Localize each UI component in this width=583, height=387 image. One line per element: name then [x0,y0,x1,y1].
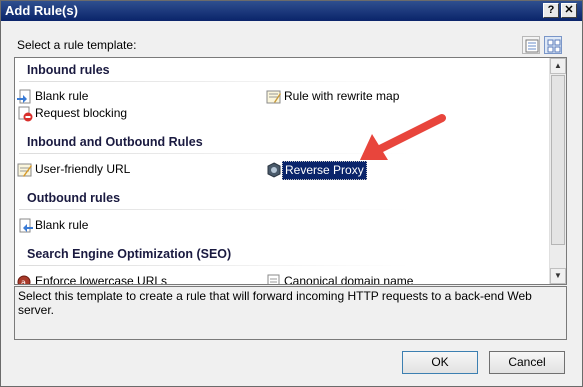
rule-template-list[interactable]: Inbound rules Blank rule Rule with rewri… [14,57,567,285]
group-divider [19,265,409,266]
blank-rule-icon [17,89,31,104]
user-friendly-url-icon [17,163,32,177]
vertical-scrollbar[interactable]: ▲ ▼ [549,58,566,284]
lowercase-url-icon: a [17,275,31,285]
group-divider [19,153,409,154]
window-title: Add Rule(s) [5,3,78,18]
help-button[interactable]: ? [543,3,559,18]
select-template-label: Select a rule template: [17,38,137,52]
scroll-down-button[interactable]: ▼ [550,268,566,284]
details-view-icon [525,39,539,53]
group-divider [19,209,409,210]
ok-button[interactable]: OK [402,351,478,374]
rule-item-label: Request blocking [35,106,128,120]
group-header-inbound-outbound: Inbound and Outbound Rules [27,135,203,149]
tiles-view-icon [547,39,561,53]
reverse-proxy-icon [267,162,281,178]
rule-item-label: User-friendly URL [35,162,131,176]
rule-item-label: Blank rule [35,218,89,232]
add-rules-dialog: Add Rule(s) ? ✕ Select a rule template: … [0,0,583,387]
cancel-button[interactable]: Cancel [489,351,565,374]
details-view-button[interactable] [522,36,540,54]
template-description: Select this template to create a rule th… [14,286,567,340]
group-header-inbound: Inbound rules [27,63,110,77]
rule-item-label: Reverse Proxy [282,161,367,180]
blank-rule-icon [19,218,33,233]
group-divider [19,81,409,82]
tiles-view-button[interactable] [544,36,562,54]
request-blocking-icon [18,106,33,122]
svg-text:a: a [21,278,26,285]
rewrite-map-icon [266,90,281,104]
scroll-up-button[interactable]: ▲ [550,58,566,74]
scroll-thumb[interactable] [551,75,565,245]
group-header-outbound: Outbound rules [27,191,121,205]
rule-item-label: Canonical domain name [284,274,414,285]
rule-item-label: Blank rule [35,89,89,103]
group-header-seo: Search Engine Optimization (SEO) [27,247,232,261]
title-bar: Add Rule(s) ? ✕ [1,1,582,21]
close-button[interactable]: ✕ [561,3,577,18]
canonical-domain-icon [267,274,280,284]
rule-item-label: Rule with rewrite map [284,89,400,103]
rule-item-label: Enforce lowercase URLs [35,274,168,285]
